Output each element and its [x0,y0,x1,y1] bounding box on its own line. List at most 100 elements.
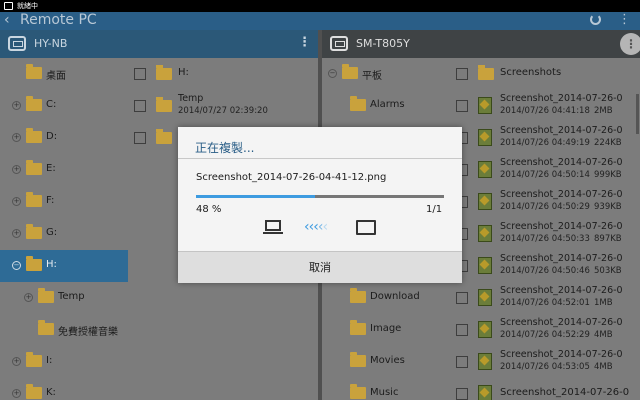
row-checkbox[interactable] [456,292,468,304]
file-date: 2014/07/26 04:50:14 [500,170,590,180]
tree-item-label: Image [370,323,402,334]
app-menu-icon[interactable]: ⋮ [618,12,631,28]
progress-percent: 48 % [196,204,222,215]
tree-item[interactable]: + I: [0,346,128,378]
tree-item[interactable]: Alarms [322,90,450,122]
expander-icon[interactable]: − [328,69,337,78]
file-row[interactable]: Screenshot_2014-07-26-0 2014/07/26 04:50:… [450,218,640,250]
image-file-icon [478,257,492,274]
tree-item[interactable]: 免費授權音樂 [0,314,128,346]
file-name: Screenshot_2014-07-26-0 [500,253,623,264]
refresh-icon[interactable] [590,14,601,25]
tree-item[interactable]: + D: [0,122,128,154]
folder-icon [156,97,172,112]
dialog-title: 正在複製... [195,141,255,155]
right-device-name: SM-T805Y [356,37,410,50]
file-size: 2MB [594,106,613,116]
tree-item[interactable]: + E: [0,154,128,186]
file-size: 939KB [594,202,622,212]
tree-item[interactable]: + Temp [0,282,128,314]
expander-icon[interactable]: + [12,357,21,366]
expander-icon[interactable]: + [12,165,21,174]
row-checkbox[interactable] [456,324,468,336]
row-checkbox[interactable] [456,388,468,400]
tree-item[interactable]: − H: [0,250,128,282]
expander-icon[interactable]: + [12,389,21,398]
folder-icon [26,224,42,239]
folder-icon [26,128,42,143]
tree-item[interactable]: 桌面 [0,58,128,90]
right-list-scrollbar[interactable] [636,94,639,134]
folder-icon [26,64,42,79]
tree-item-label: 免費授權音樂 [58,327,118,338]
progress-fill [196,195,316,198]
tree-item-label: Download [370,291,420,302]
tree-item[interactable]: Music [322,378,450,400]
tree-item-label: Movies [370,355,405,366]
tree-item[interactable]: Download [322,282,450,314]
file-row[interactable]: Screenshot_2014-07-26-0 2014/07/26 04:50:… [450,186,640,218]
tree-item[interactable]: Image [322,314,450,346]
tree-item-label: Music [370,387,399,398]
screenshot-icon [4,2,13,10]
file-name: Temp [178,93,204,104]
file-row[interactable]: Screenshots [450,58,640,90]
right-file-list: Screenshots Screenshot_2014-07-26-0 2014/0… [450,58,640,400]
transfer-arrows-icon: ‹‹‹‹‹ [304,219,328,235]
back-icon[interactable]: ‹ [4,13,10,27]
tree-item[interactable]: + F: [0,186,128,218]
file-row[interactable]: Screenshot_2014-07-26-0 2014/07/26 04:53:… [450,346,640,378]
image-file-icon [478,225,492,242]
file-row[interactable]: Screenshot_2014-07-26-0 [450,378,640,400]
cancel-button[interactable]: 取消 [178,251,462,283]
row-checkbox[interactable] [134,100,146,112]
file-row[interactable]: H: [128,58,318,90]
tree-item-label: K: [46,387,56,398]
file-name: Screenshot_2014-07-26-0 [500,157,623,168]
folder-icon [38,320,54,335]
file-row[interactable]: Temp 2014/07/27 02:39:20 [128,90,318,122]
expander-icon[interactable]: − [12,261,21,270]
tree-item[interactable]: + C: [0,90,128,122]
file-name: Screenshot_2014-07-26-0 [500,285,623,296]
expander-icon[interactable]: + [24,293,33,302]
file-date: 2014/07/26 04:53:05 [500,362,590,372]
expander-icon[interactable]: + [12,197,21,206]
file-row[interactable]: Screenshot_2014-07-26-0 2014/07/26 04:41:… [450,90,640,122]
file-row[interactable]: Screenshot_2014-07-26-0 2014/07/26 04:52:… [450,314,640,346]
expander-icon[interactable]: + [12,133,21,142]
left-pane-menu-icon[interactable]: ⋮ [298,35,311,50]
row-checkbox[interactable] [456,356,468,368]
folder-icon [26,256,42,271]
file-date: 2014/07/26 04:50:33 [500,234,590,244]
row-checkbox[interactable] [456,68,468,80]
tree-item-label: Temp [58,291,85,302]
file-count: 1/1 [426,204,443,215]
row-checkbox[interactable] [134,68,146,80]
expander-icon[interactable]: + [12,101,21,110]
right-pane-menu-icon[interactable]: ⋮ [620,33,640,55]
right-pane-header: SM-T805Y ⋮ [322,30,640,58]
tree-item[interactable]: + K: [0,378,128,400]
file-row[interactable]: Screenshot_2014-07-26-0 2014/07/26 04:49:… [450,122,640,154]
file-size: 4MB [594,330,613,340]
file-row[interactable]: Screenshot_2014-07-26-0 2014/07/26 04:50:… [450,154,640,186]
app-title: Remote PC [20,12,97,28]
app-bar: ‹ Remote PC ⋮ [0,12,640,30]
image-file-icon [478,353,492,370]
laptop-icon [8,36,26,51]
row-checkbox[interactable] [134,132,146,144]
left-device-name: HY-NB [34,37,68,50]
file-size: 224KB [594,138,622,148]
file-row[interactable]: Screenshot_2014-07-26-0 2014/07/26 04:50:… [450,250,640,282]
file-date: 2014/07/26 04:52:01 [500,298,590,308]
image-file-icon [478,161,492,178]
file-row[interactable]: Screenshot_2014-07-26-0 2014/07/26 04:52:… [450,282,640,314]
tree-item[interactable]: + G: [0,218,128,250]
row-checkbox[interactable] [456,100,468,112]
tree-item[interactable]: − 平板 [322,58,450,90]
file-name: Screenshot_2014-07-26-0 [500,387,630,398]
expander-icon[interactable]: + [12,229,21,238]
tree-item-label: F: [46,195,55,206]
tree-item[interactable]: Movies [322,346,450,378]
